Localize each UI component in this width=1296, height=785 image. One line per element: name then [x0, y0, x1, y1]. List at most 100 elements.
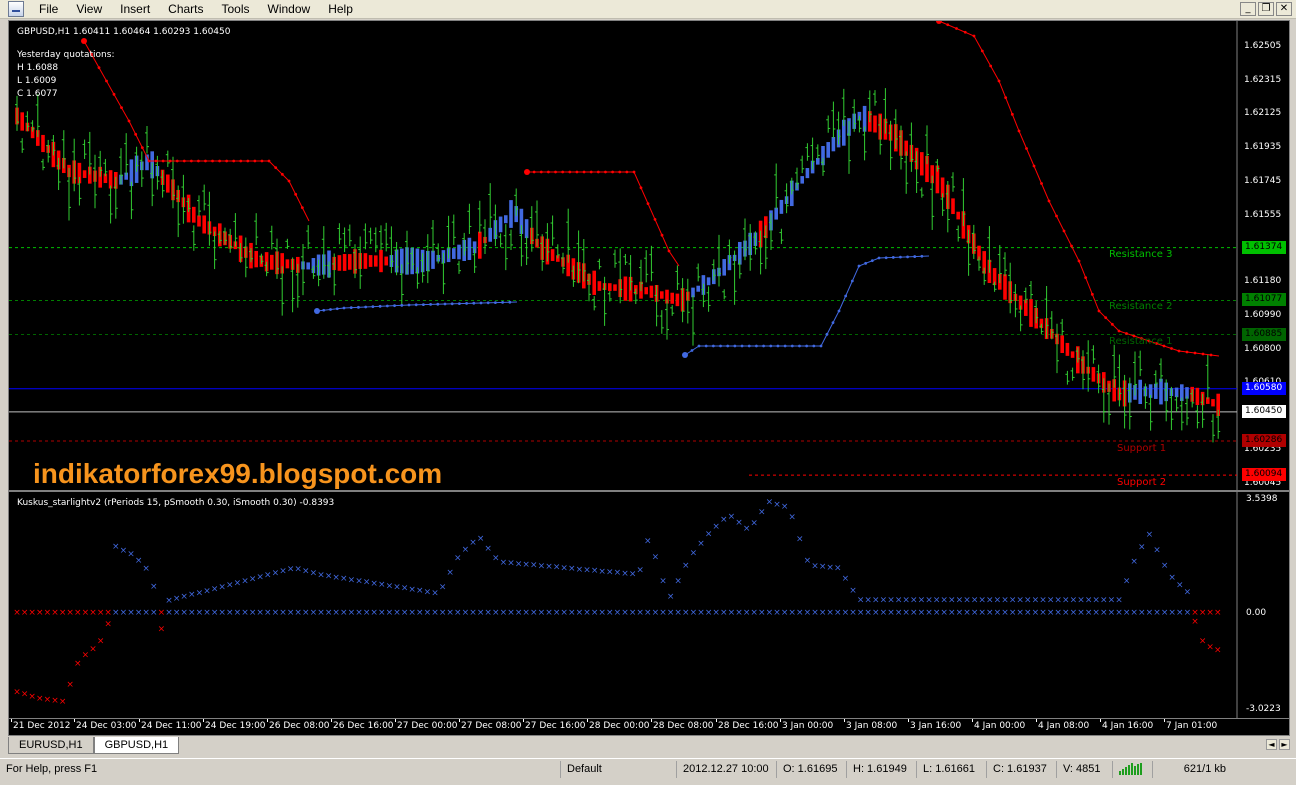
- trailing-stop-red-dot: [140, 146, 144, 150]
- heiken-ashi-bar: [613, 284, 617, 291]
- indicator-point: ×: [196, 608, 204, 618]
- indicator-point: ×: [1146, 608, 1154, 618]
- tab-gbpusd-h1[interactable]: GBPUSD,H1: [93, 737, 180, 754]
- indicator-point: ×: [690, 608, 698, 618]
- trailing-stop-blue-dot: [755, 344, 758, 348]
- heiken-ashi-bar: [873, 115, 877, 133]
- indicator-point: ×: [127, 550, 135, 560]
- price-chart-canvas: [9, 21, 1238, 490]
- trailing-stop-blue-dot: [443, 302, 447, 306]
- indicator-point: ×: [864, 596, 872, 606]
- indicator-point: ×: [644, 608, 652, 618]
- menu-file[interactable]: File: [30, 0, 67, 18]
- price-chart-pane[interactable]: GBPUSD,H1 1.60411 1.60464 1.60293 1.6045…: [9, 21, 1289, 490]
- menu-window[interactable]: Window: [259, 0, 320, 18]
- indicator-point: ×: [834, 564, 842, 574]
- indicator-point: ×: [1138, 543, 1146, 553]
- menu-charts[interactable]: Charts: [159, 0, 212, 18]
- indicator-point: ×: [120, 608, 128, 618]
- time-axis-tick: [395, 719, 396, 722]
- trailing-stop-blue: [684, 255, 930, 356]
- indicator-point: ×: [241, 576, 249, 586]
- trailing-stop-blue-dot: [798, 344, 801, 348]
- trailing-stop-blue-dot: [704, 344, 708, 348]
- price-scale-label: 1.61935: [1244, 142, 1282, 153]
- indicator-point: ×: [310, 568, 318, 578]
- indicator-point: ×: [325, 608, 333, 618]
- indicator-point: ×: [469, 608, 477, 618]
- indicator-point: ×: [773, 500, 781, 510]
- indicator-point: ×: [925, 608, 933, 618]
- trailing-stop-red-dot: [963, 30, 967, 34]
- indicator-pane[interactable]: × × × × × × × × × × × × × × × × × × × × × × × × × × × × × × × × × × × × × × × ×…: [9, 492, 1289, 718]
- indicator-point: ×: [621, 569, 629, 579]
- trailing-stop-red-dot: [532, 170, 536, 174]
- indicator-point: ×: [165, 596, 173, 606]
- indicator-point: ×: [735, 518, 743, 528]
- menu-view[interactable]: View: [67, 0, 111, 18]
- restore-button[interactable]: ❐: [1258, 2, 1274, 16]
- trailing-stop-blue-dot: [400, 303, 404, 307]
- trailing-stop-red-dot: [1177, 349, 1181, 353]
- heiken-ashi-bar: [1195, 387, 1200, 406]
- trailing-stop-red-dot: [280, 172, 284, 176]
- indicator-point: ×: [766, 497, 774, 507]
- indicator-point: ×: [629, 608, 637, 618]
- status-high: H: 1.61949: [846, 760, 916, 778]
- heiken-ashi-bar: [774, 207, 778, 220]
- status-profile[interactable]: Default: [560, 760, 676, 778]
- indicator-point: ×: [135, 556, 143, 566]
- trailing-stop-red-dot: [980, 49, 984, 53]
- close-button[interactable]: ✕: [1276, 2, 1292, 16]
- trailing-stop-blue-dot: [776, 344, 780, 348]
- indicator-point: ×: [956, 608, 964, 618]
- trailing-stop-red-dot: [246, 159, 250, 163]
- indicator-point: ×: [948, 608, 956, 618]
- heiken-ashi-bar: [722, 259, 726, 276]
- indicator-title: Kuskus_starlightv2 (rPeriods 15, pSmooth…: [17, 498, 335, 508]
- indicator-point: ×: [1123, 608, 1131, 618]
- indicator-point: ×: [310, 608, 318, 618]
- trailing-stop-red-dot: [611, 170, 614, 174]
- trailing-stop-red-dot: [239, 159, 243, 163]
- tab-eurusd-h1[interactable]: EURUSD,H1: [8, 737, 94, 754]
- indicator-point: ×: [393, 608, 401, 618]
- heiken-ashi-bar: [592, 270, 596, 295]
- connection-bars-icon[interactable]: [1112, 760, 1152, 778]
- indicator-point: ×: [659, 577, 667, 587]
- trailing-stop-blue-dot: [733, 344, 737, 348]
- indicator-point: ×: [408, 585, 416, 595]
- trailing-stop-red-dot: [1040, 182, 1043, 185]
- trailing-stop-red-dot: [294, 192, 298, 196]
- trailing-stop-blue-dot: [697, 344, 701, 348]
- indicator-point: ×: [454, 553, 462, 563]
- trailing-stop-blue-dot: [790, 344, 794, 348]
- app-chart-icon[interactable]: [8, 1, 24, 17]
- trailing-stop-red-start: [524, 169, 530, 175]
- menu-help[interactable]: Help: [319, 0, 362, 18]
- indicator-point: ×: [591, 608, 599, 618]
- chart-window[interactable]: GBPUSD,H1 1.60411 1.60464 1.60293 1.6045…: [8, 20, 1290, 736]
- trailing-stop-red-dot: [197, 159, 200, 163]
- indicator-point: ×: [287, 565, 295, 575]
- indicator-point: ×: [720, 515, 728, 525]
- heiken-ashi-bar: [374, 255, 378, 267]
- indicator-point: ×: [340, 574, 348, 584]
- time-axis-tick: [1164, 719, 1165, 722]
- heiken-ashi-bar: [368, 255, 373, 267]
- indicator-point: ×: [986, 596, 994, 606]
- indicator-point: ×: [317, 608, 325, 618]
- trailing-stop-blue-dot: [429, 303, 432, 306]
- indicator-point: ×: [355, 608, 363, 618]
- tab-prev-icon[interactable]: ◄: [1266, 739, 1277, 750]
- tab-next-icon[interactable]: ►: [1279, 739, 1290, 750]
- indicator-point: ×: [576, 608, 584, 618]
- indicator-point: ×: [986, 608, 994, 618]
- time-axis-label: 3 Jan 16:00: [910, 721, 962, 731]
- menu-insert[interactable]: Insert: [111, 0, 159, 18]
- menu-tools[interactable]: Tools: [213, 0, 259, 18]
- time-axis-label: 4 Jan 16:00: [1102, 721, 1154, 731]
- minimize-button[interactable]: _: [1240, 2, 1256, 16]
- time-axis-tick: [844, 719, 845, 722]
- heiken-ashi-bar: [779, 199, 784, 214]
